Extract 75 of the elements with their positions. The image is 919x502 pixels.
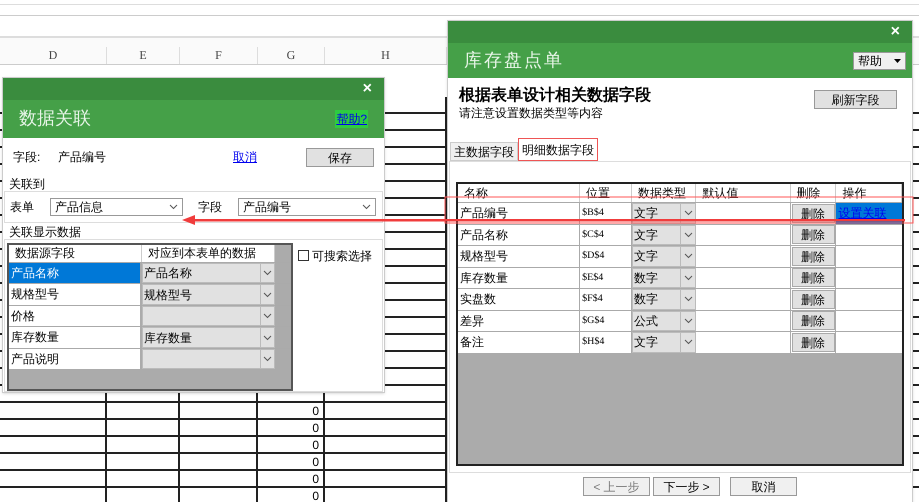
type-select[interactable]: 公式	[632, 310, 696, 331]
type-select[interactable]: 文字	[632, 246, 696, 266]
column-header[interactable]: E	[107, 47, 180, 64]
chevron-down-icon	[684, 232, 693, 238]
close-button[interactable]: ×	[362, 80, 372, 97]
source-field-cell[interactable]: 产品名称	[9, 262, 140, 284]
chevron-down-icon	[362, 204, 371, 210]
group-legend: 关联显示数据	[3, 224, 384, 239]
chevron-down-icon	[263, 313, 272, 320]
target-select[interactable]	[142, 306, 275, 326]
column-header: 对应到本表单的数据	[142, 244, 275, 262]
form-subheading: 请注意设置数据类型等内容	[459, 106, 604, 120]
chevron-down-icon	[263, 270, 272, 276]
type-select[interactable]: 文字	[632, 224, 696, 245]
cancel-link[interactable]: 取消	[233, 148, 306, 166]
tab[interactable]: 明细数据字段	[518, 138, 598, 161]
column-header[interactable]: G	[258, 47, 325, 64]
chevron-down-icon	[263, 334, 272, 341]
chevron-down-icon	[684, 318, 693, 324]
cell-value: 0	[312, 454, 319, 468]
target-select[interactable]: 产品名称	[142, 262, 275, 284]
field-label: 字段:	[13, 149, 42, 166]
source-field-cell[interactable]: 规格型号	[9, 284, 140, 305]
chevron-down-icon	[263, 292, 272, 298]
column-header[interactable]: F	[180, 47, 258, 64]
chevron-down-icon	[684, 296, 693, 302]
target-select[interactable]: 库存数量	[142, 327, 275, 348]
type-select[interactable]: 数字	[632, 268, 696, 288]
cell-value: 0	[312, 472, 319, 486]
type-select[interactable]: 数字	[632, 289, 696, 310]
refresh-button[interactable]: 刷新字段	[814, 90, 897, 109]
delete-button[interactable]: 删除	[792, 311, 835, 330]
source-field-cell[interactable]: 产品说明	[9, 348, 140, 370]
chevron-down-icon	[169, 204, 178, 210]
chevron-down-icon	[684, 339, 693, 346]
delete-button[interactable]: 删除	[792, 268, 835, 288]
chevron-down-icon	[684, 274, 693, 281]
save-button[interactable]: 保存	[306, 148, 374, 167]
target-select[interactable]	[142, 348, 275, 370]
delete-button[interactable]: 删除	[792, 332, 835, 352]
close-button[interactable]: ×	[890, 24, 900, 40]
searchable-checkbox[interactable]: 可搜索选择	[298, 246, 372, 265]
form-heading: 根据表单设计相关数据字段	[459, 86, 651, 106]
group-legend: 关联到	[3, 177, 384, 192]
table-cell: 备注	[458, 332, 580, 352]
source-field-cell[interactable]: 库存数量	[9, 327, 140, 348]
delete-button[interactable]: 删除	[792, 225, 835, 244]
cell-value: 0	[312, 404, 319, 418]
caret-icon	[894, 58, 901, 62]
cell-value: 0	[312, 420, 319, 434]
field-value: 产品编号	[58, 149, 107, 166]
tab[interactable]: 主数据字段	[450, 142, 518, 161]
form-label: 表单	[10, 199, 35, 216]
help-link[interactable]: 帮助?	[335, 110, 368, 128]
delete-button[interactable]: 删除	[792, 290, 835, 309]
dialog-title: 库存盘点单	[464, 49, 564, 72]
delete-button[interactable]: 删除	[792, 246, 835, 266]
chevron-down-icon	[684, 210, 693, 216]
wizard-button[interactable]: 下一步 >	[653, 477, 720, 496]
target-select[interactable]: 规格型号	[142, 284, 275, 305]
type-select[interactable]: 文字	[632, 332, 696, 352]
wizard-button[interactable]: 取消	[730, 477, 797, 496]
form-select[interactable]: 产品信息	[50, 198, 183, 216]
cell-value: 0	[312, 438, 319, 452]
field-select[interactable]: 产品编号	[238, 198, 376, 216]
help-dropdown[interactable]: 帮助	[853, 52, 906, 70]
column-header[interactable]: D	[0, 47, 107, 64]
cell-value: 0	[312, 488, 319, 502]
chevron-down-icon	[684, 253, 693, 260]
dialog-title: 数据关联	[19, 107, 91, 130]
source-field-cell[interactable]: 价格	[9, 306, 140, 326]
chevron-down-icon	[263, 356, 272, 362]
field-label: 字段	[198, 199, 223, 216]
column-header: 数据源字段	[9, 244, 142, 262]
wizard-button[interactable]: < 上一步	[583, 477, 650, 496]
